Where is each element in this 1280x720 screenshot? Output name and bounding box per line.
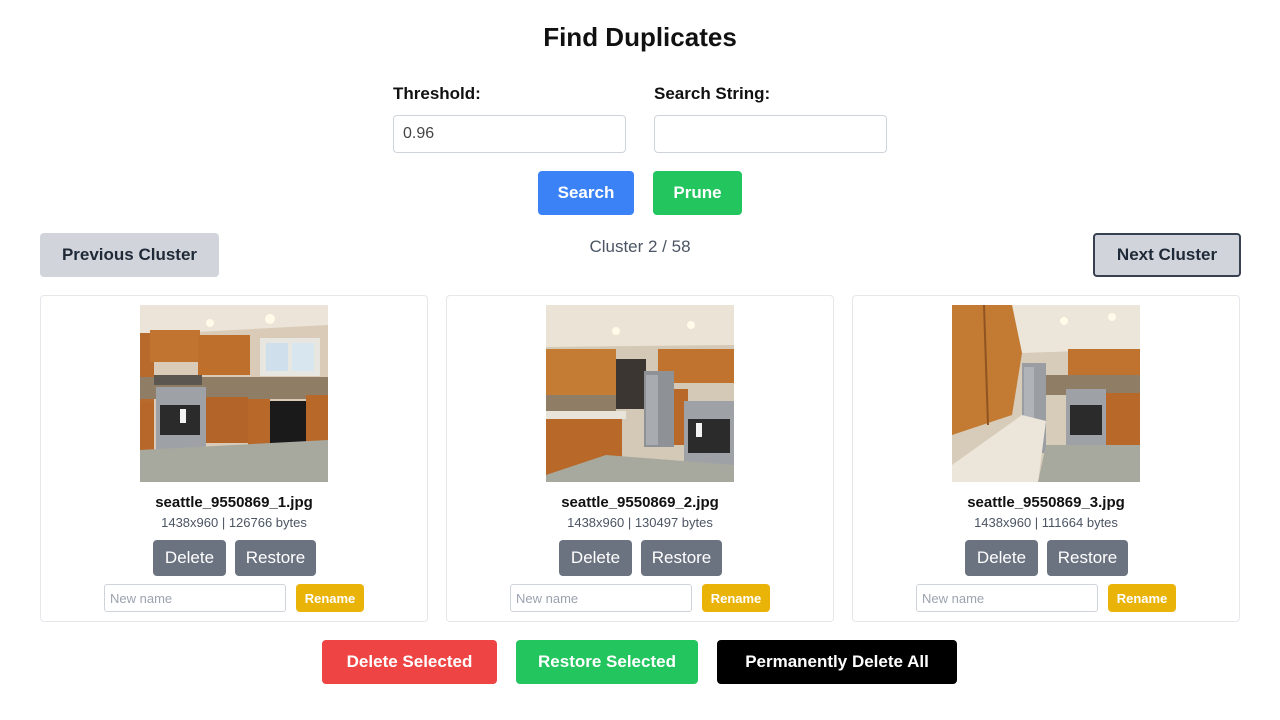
restore-button[interactable]: Restore	[235, 540, 316, 576]
delete-button[interactable]: Delete	[559, 540, 632, 576]
next-cluster-button[interactable]: Next Cluster	[1093, 233, 1241, 277]
delete-button[interactable]: Delete	[153, 540, 226, 576]
image-card: seattle_9550869_3.jpg 1438x960 | 111664 …	[852, 295, 1240, 622]
image-meta: 1438x960 | 111664 bytes	[974, 515, 1118, 530]
kitchen-photo-thumbnail[interactable]	[952, 305, 1140, 482]
delete-selected-button[interactable]: Delete Selected	[322, 640, 497, 684]
search-string-label: Search String:	[654, 84, 771, 103]
rename-input[interactable]	[104, 584, 286, 612]
search-button[interactable]: Search	[538, 171, 634, 215]
image-filename: seattle_9550869_2.jpg	[561, 494, 719, 511]
search-string-input[interactable]	[654, 115, 887, 153]
image-card: seattle_9550869_1.jpg 1438x960 | 126766 …	[40, 295, 428, 622]
rename-button[interactable]: Rename	[296, 584, 364, 612]
image-meta: 1438x960 | 130497 bytes	[567, 515, 713, 530]
cluster-counter: Cluster 2 / 58	[589, 237, 691, 256]
restore-selected-button[interactable]: Restore Selected	[516, 640, 698, 684]
image-card: seattle_9550869_2.jpg 1438x960 | 130497 …	[446, 295, 834, 622]
delete-button[interactable]: Delete	[965, 540, 1038, 576]
image-filename: seattle_9550869_3.jpg	[967, 494, 1125, 511]
image-filename: seattle_9550869_1.jpg	[155, 494, 313, 511]
rename-input[interactable]	[916, 584, 1098, 612]
restore-button[interactable]: Restore	[1047, 540, 1128, 576]
image-meta: 1438x960 | 126766 bytes	[161, 515, 307, 530]
prune-button[interactable]: Prune	[653, 171, 742, 215]
find-duplicates-page: Find Duplicates Threshold: Search String…	[0, 0, 1280, 720]
restore-button[interactable]: Restore	[641, 540, 722, 576]
kitchen-photo-thumbnail[interactable]	[140, 305, 328, 482]
rename-button[interactable]: Rename	[702, 584, 770, 612]
page-title: Find Duplicates	[543, 22, 737, 52]
rename-input[interactable]	[510, 584, 692, 612]
threshold-input[interactable]	[393, 115, 626, 153]
threshold-label: Threshold:	[393, 84, 481, 103]
permanently-delete-all-button[interactable]: Permanently Delete All	[717, 640, 957, 684]
rename-button[interactable]: Rename	[1108, 584, 1176, 612]
kitchen-photo-thumbnail[interactable]	[546, 305, 734, 482]
